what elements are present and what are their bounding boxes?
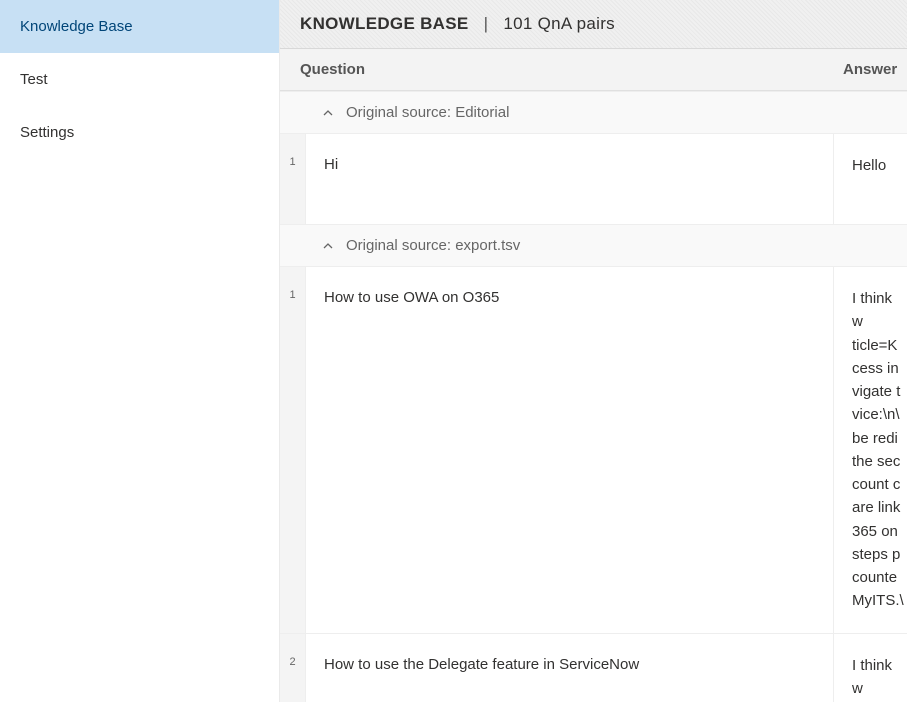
column-header-question: Question: [300, 61, 843, 78]
sidebar: Knowledge Base Test Settings: [0, 0, 280, 702]
qna-row: 1 How to use OWA on O365 I think w ticle…: [280, 266, 907, 633]
answer-cell[interactable]: Hello: [834, 134, 907, 224]
row-number: 2: [280, 634, 306, 702]
row-number: 1: [280, 134, 306, 224]
qna-row: 2 How to use the Delegate feature in Ser…: [280, 633, 907, 702]
main-panel: KNOWLEDGE BASE | 101 QnA pairs Question …: [280, 0, 907, 702]
chevron-up-icon: [322, 107, 334, 119]
sidebar-item-settings[interactable]: Settings: [0, 106, 279, 159]
header-title: KNOWLEDGE BASE: [300, 14, 469, 33]
question-cell[interactable]: Hi: [306, 134, 834, 224]
answer-cell[interactable]: I think w ticle=K: [834, 634, 907, 702]
question-cell[interactable]: How to use OWA on O365: [306, 267, 834, 633]
row-number: 1: [280, 267, 306, 633]
column-header-answer: Answer: [843, 61, 903, 78]
answer-cell[interactable]: I think w ticle=K cess in vigate t vice:…: [834, 267, 907, 633]
source-group-export[interactable]: Original source: export.tsv: [280, 224, 907, 266]
sidebar-item-knowledge-base[interactable]: Knowledge Base: [0, 0, 279, 53]
source-label: Original source: Editorial: [346, 104, 509, 121]
kb-header: KNOWLEDGE BASE | 101 QnA pairs: [280, 0, 907, 49]
source-label: Original source: export.tsv: [346, 237, 520, 254]
column-headers: Question Answer: [280, 49, 907, 91]
source-group-editorial[interactable]: Original source: Editorial: [280, 91, 907, 133]
sidebar-item-test[interactable]: Test: [0, 53, 279, 106]
header-count: 101 QnA pairs: [503, 14, 615, 33]
qna-row: 1 Hi Hello: [280, 133, 907, 224]
kb-content: Original source: Editorial 1 Hi Hello Or…: [280, 91, 907, 702]
question-cell[interactable]: How to use the Delegate feature in Servi…: [306, 634, 834, 702]
chevron-up-icon: [322, 240, 334, 252]
header-divider: |: [484, 14, 489, 33]
